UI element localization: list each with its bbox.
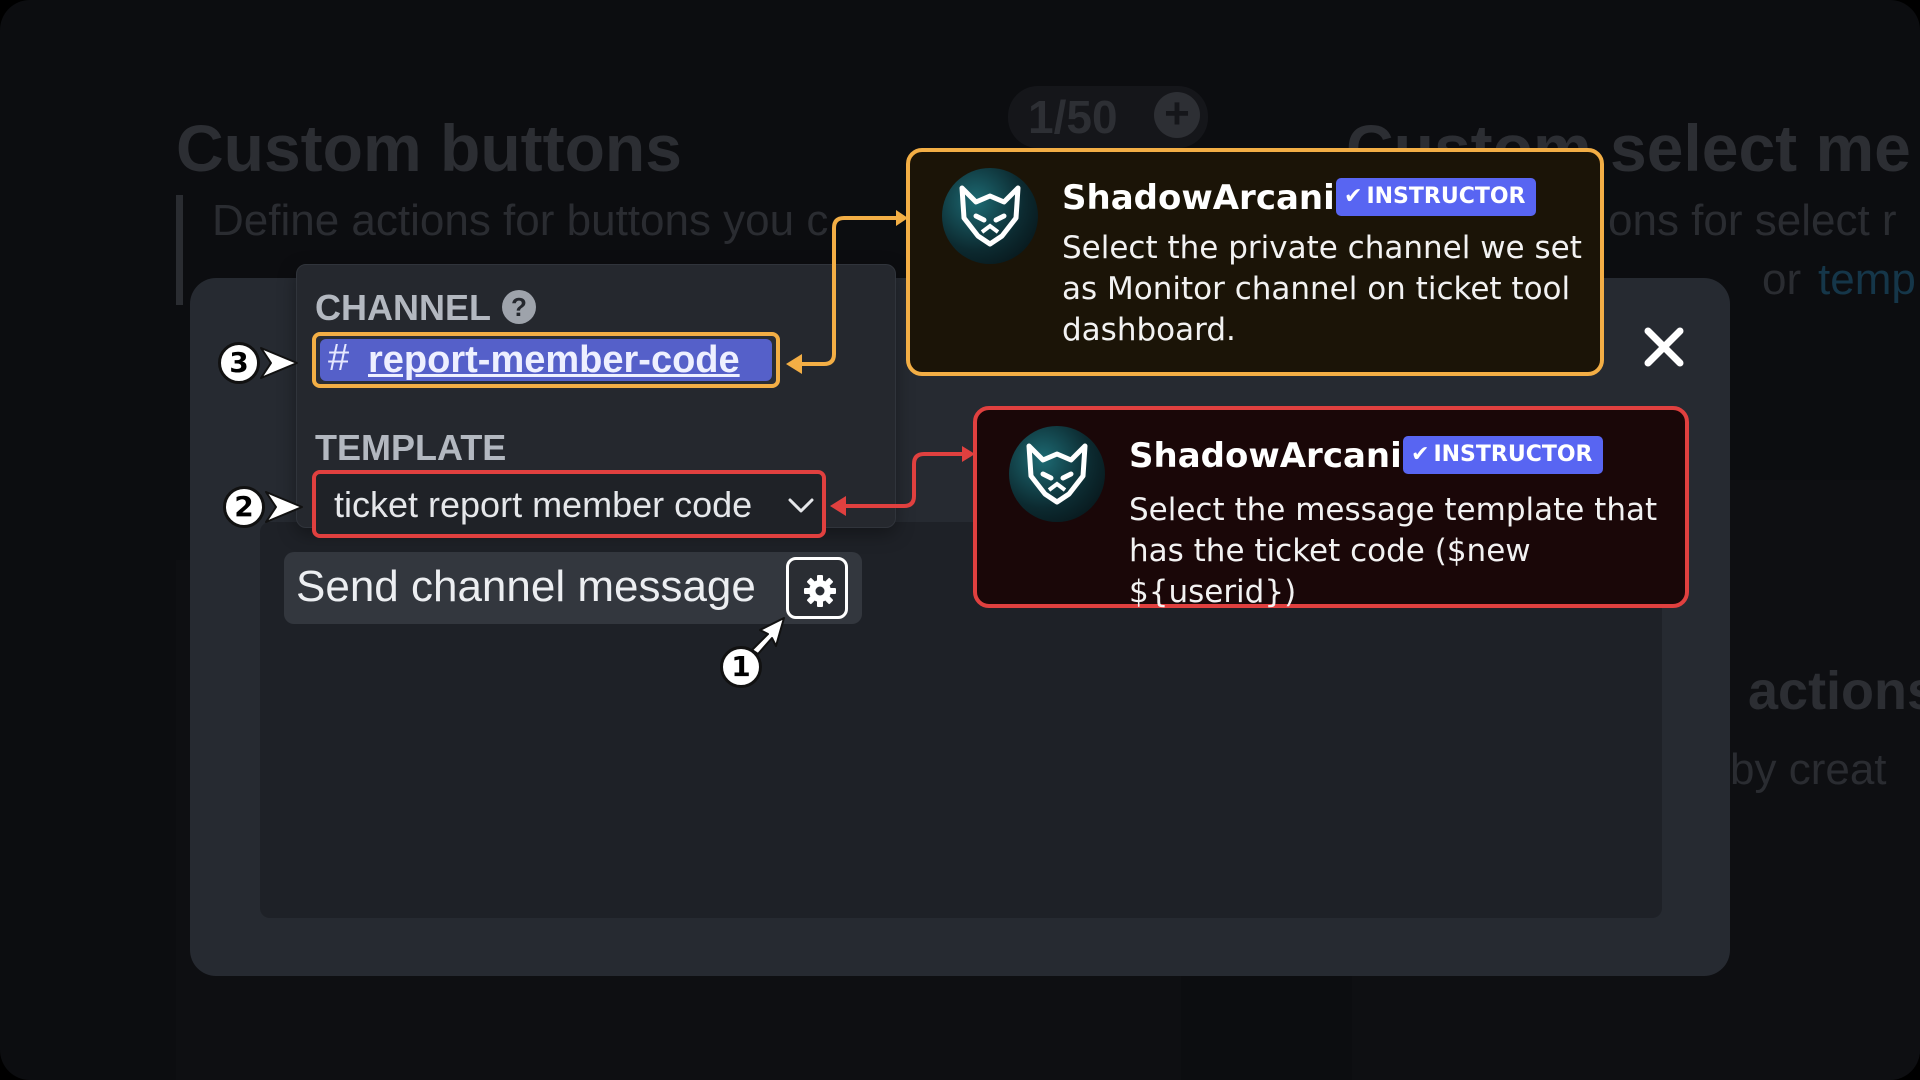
screen-frame: Custom buttons Define actions for button… [0, 0, 1920, 1080]
instructor-badge: ✔ INSTRUCTOR [1403, 436, 1603, 474]
check-icon: ✔ [1344, 184, 1363, 209]
author-name: ShadowArcanist [1062, 178, 1372, 218]
check-icon: ✔ [1411, 442, 1430, 467]
instructor-callout-channel: ShadowArcanist ✔ INSTRUCTOR Select the pr… [906, 148, 1604, 376]
instructor-callout-template: ShadowArcanist ✔ INSTRUCTOR Select the me… [973, 406, 1689, 610]
badge-label: INSTRUCTOR [1433, 442, 1593, 467]
wolf-logo-icon [1026, 443, 1088, 505]
avatar [942, 168, 1038, 264]
badge-label: INSTRUCTOR [1366, 184, 1526, 209]
callout-message: Select the private channel we set as Mon… [1062, 230, 1582, 348]
wolf-logo-icon [959, 185, 1021, 247]
callout-message: Select the message template that has the… [1129, 492, 1658, 610]
author-name: ShadowArcanist [1129, 436, 1439, 476]
instructor-badge: ✔ INSTRUCTOR [1336, 178, 1536, 216]
avatar [1009, 426, 1105, 522]
